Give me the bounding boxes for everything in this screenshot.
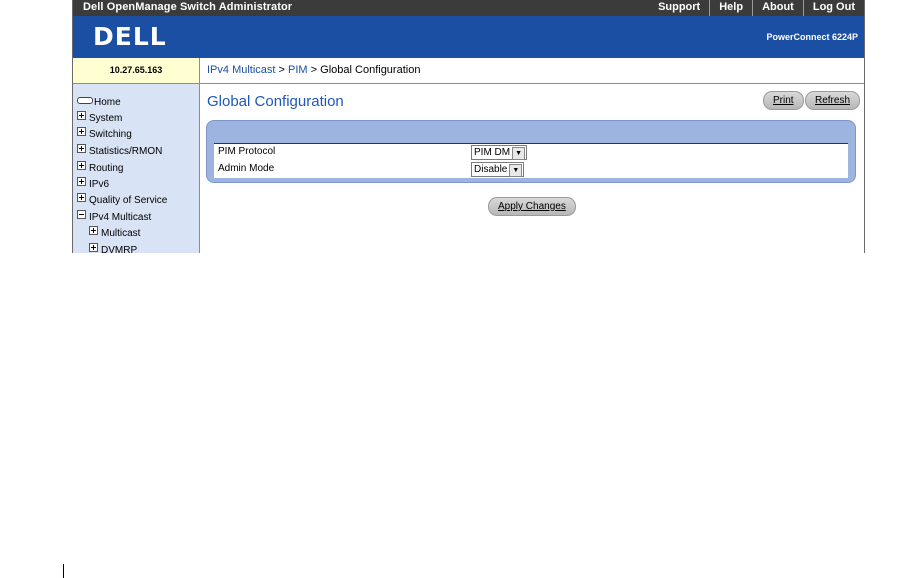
expand-icon[interactable] xyxy=(89,243,98,252)
pim-protocol-value: PIM DM xyxy=(474,147,511,158)
sidebar-item-label: Switching xyxy=(89,129,132,140)
admin-mode-select[interactable]: Disable ▼ xyxy=(471,162,525,177)
sidebar-item-ipv6[interactable]: IPv6 xyxy=(77,177,109,191)
expand-icon[interactable] xyxy=(77,177,86,186)
page-title: Global Configuration xyxy=(207,93,344,110)
sidebar-item-label: Statistics/RMON xyxy=(89,146,163,157)
sidebar-item-label: Home xyxy=(94,97,121,108)
sidebar-item-dvmrp[interactable]: DVMRP xyxy=(89,243,137,253)
admin-mode-label: Admin Mode xyxy=(218,163,275,174)
sidebar-item-label: Quality of Service xyxy=(89,195,168,206)
breadcrumb-pim[interactable]: PIM xyxy=(288,64,308,76)
app-title: Dell OpenManage Switch Administrator xyxy=(83,1,293,13)
expand-icon[interactable] xyxy=(77,161,86,170)
sidebar-item-home[interactable]: Home xyxy=(77,96,121,110)
top-bar: Dell OpenManage Switch Administrator Sup… xyxy=(73,0,864,16)
sidebar-item-label: Multicast xyxy=(101,228,141,239)
about-link[interactable]: About xyxy=(752,0,803,16)
app-window: Dell OpenManage Switch Administrator Sup… xyxy=(72,0,865,253)
sidebar-item-label: System xyxy=(89,113,123,124)
brand-bar: DELL PowerConnect 6224P xyxy=(73,16,864,58)
page-margin-marker xyxy=(63,564,64,578)
sidebar-item-multicast[interactable]: Multicast xyxy=(89,226,140,240)
breadcrumb: IPv4 Multicast > PIM > Global Configurat… xyxy=(200,58,864,84)
apply-changes-button[interactable]: Apply Changes xyxy=(488,197,576,216)
admin-mode-row: Admin Mode Disable ▼ xyxy=(214,161,848,178)
pim-protocol-row: PIM Protocol PIM DM ▼ xyxy=(214,143,848,161)
expand-icon[interactable] xyxy=(77,127,86,136)
sidebar-item-statistics[interactable]: Statistics/RMON xyxy=(77,144,162,158)
ip-address: 10.27.65.163 xyxy=(73,58,200,84)
print-button[interactable]: Print xyxy=(763,91,804,110)
pim-protocol-select[interactable]: PIM DM ▼ xyxy=(471,145,528,160)
breadcrumb-separator: > xyxy=(278,64,285,76)
chevron-down-icon[interactable]: ▼ xyxy=(509,164,523,177)
sidebar-item-label: IPv6 xyxy=(89,179,110,190)
sidebar-item-label: IPv4 Multicast xyxy=(89,212,152,223)
expand-icon[interactable] xyxy=(77,111,86,120)
chevron-down-icon[interactable]: ▼ xyxy=(512,147,526,160)
home-icon xyxy=(77,97,93,104)
breadcrumb-separator: > xyxy=(310,64,318,76)
sidebar-item-qos[interactable]: Quality of Service xyxy=(77,193,167,207)
help-link[interactable]: Help xyxy=(709,0,752,16)
sidebar-nav: Home System Switching Statistics/RMON Ro… xyxy=(73,84,200,253)
expand-icon[interactable] xyxy=(77,144,86,153)
top-links: Support Help About Log Out xyxy=(649,0,864,16)
support-link[interactable]: Support xyxy=(649,0,709,16)
refresh-button[interactable]: Refresh xyxy=(805,91,861,110)
breadcrumb-ipv4-multicast[interactable]: IPv4 Multicast xyxy=(207,64,275,76)
sidebar-item-ipv4-multicast[interactable]: IPv4 Multicast xyxy=(77,210,151,224)
sidebar-item-label: Routing xyxy=(89,163,124,174)
breadcrumb-current: Global Configuration xyxy=(320,64,421,76)
form-panel: PIM Protocol PIM DM ▼ Admin Mode Disable… xyxy=(206,120,856,183)
model-name: PowerConnect 6224P xyxy=(766,32,858,42)
sidebar-item-routing[interactable]: Routing xyxy=(77,161,123,175)
expand-icon[interactable] xyxy=(77,193,86,202)
admin-mode-value: Disable xyxy=(474,164,508,175)
sidebar-item-system[interactable]: System xyxy=(77,111,122,125)
sidebar-item-switching[interactable]: Switching xyxy=(77,127,132,141)
sidebar-item-label: DVMRP xyxy=(101,245,138,253)
dell-logo: DELL xyxy=(93,22,167,51)
collapse-icon[interactable] xyxy=(77,210,86,219)
breadcrumb-trail: IPv4 Multicast > PIM > Global Configurat… xyxy=(207,64,420,76)
expand-icon[interactable] xyxy=(89,226,98,235)
logout-link[interactable]: Log Out xyxy=(802,0,864,16)
pim-protocol-label: PIM Protocol xyxy=(218,146,276,157)
